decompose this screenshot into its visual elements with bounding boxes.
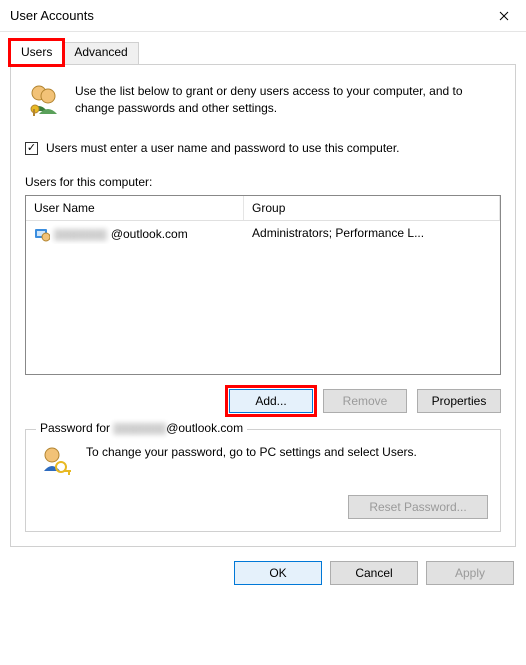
ok-button[interactable]: OK <box>234 561 322 585</box>
list-header: User Name Group <box>26 196 500 221</box>
checkbox-mark-icon: ✓ <box>25 142 38 155</box>
close-button[interactable] <box>481 0 526 32</box>
properties-button[interactable]: Properties <box>417 389 501 413</box>
tab-users[interactable]: Users <box>10 40 63 65</box>
checkbox-label: Users must enter a user name and passwor… <box>46 141 400 155</box>
password-title-suffix: @outlook.com <box>166 421 243 435</box>
password-title-masked: ▯▯▯▯▯▯▯▯ <box>113 421 166 435</box>
column-header-username[interactable]: User Name <box>26 196 244 220</box>
password-group-title: Password for ▯▯▯▯▯▯▯▯@outlook.com <box>36 421 247 435</box>
tab-advanced[interactable]: Advanced <box>63 42 138 65</box>
window-title: User Accounts <box>10 8 481 23</box>
list-buttons: Add... Remove Properties <box>25 389 501 413</box>
reset-password-button: Reset Password... <box>348 495 488 519</box>
password-title-prefix: Password for <box>40 421 113 435</box>
close-icon <box>499 11 509 21</box>
remove-button: Remove <box>323 389 407 413</box>
table-row[interactable]: ▯▯▯▯▯▯▯▯ @outlook.com Administrators; Per… <box>26 221 500 247</box>
username-masked: ▯▯▯▯▯▯▯▯ <box>54 227 107 241</box>
titlebar: User Accounts <box>0 0 526 32</box>
cell-group: Administrators; Performance L... <box>244 224 500 244</box>
intro-text: Use the list below to grant or deny user… <box>75 81 501 117</box>
tab-panel-users: Use the list below to grant or deny user… <box>10 64 516 547</box>
users-listbox[interactable]: User Name Group ▯▯▯▯▯▯▯▯ @outlook.com Adm… <box>25 195 501 375</box>
intro-row: Use the list below to grant or deny user… <box>25 81 501 117</box>
password-instructions: To change your password, go to PC settin… <box>86 444 488 481</box>
cancel-button[interactable]: Cancel <box>330 561 418 585</box>
tab-strip: Users Advanced <box>0 32 526 64</box>
add-button[interactable]: Add... <box>229 389 313 413</box>
dialog-footer: OK Cancel Apply <box>0 547 526 599</box>
users-icon <box>25 81 61 117</box>
users-list-label: Users for this computer: <box>25 175 501 189</box>
require-password-checkbox[interactable]: ✓ Users must enter a user name and passw… <box>25 141 501 155</box>
cell-username: ▯▯▯▯▯▯▯▯ @outlook.com <box>26 224 244 244</box>
user-icon <box>34 226 50 242</box>
key-user-icon <box>38 444 72 481</box>
username-suffix: @outlook.com <box>111 227 188 241</box>
column-header-group[interactable]: Group <box>244 196 500 220</box>
apply-button: Apply <box>426 561 514 585</box>
password-group: Password for ▯▯▯▯▯▯▯▯@outlook.com To cha… <box>25 429 501 532</box>
